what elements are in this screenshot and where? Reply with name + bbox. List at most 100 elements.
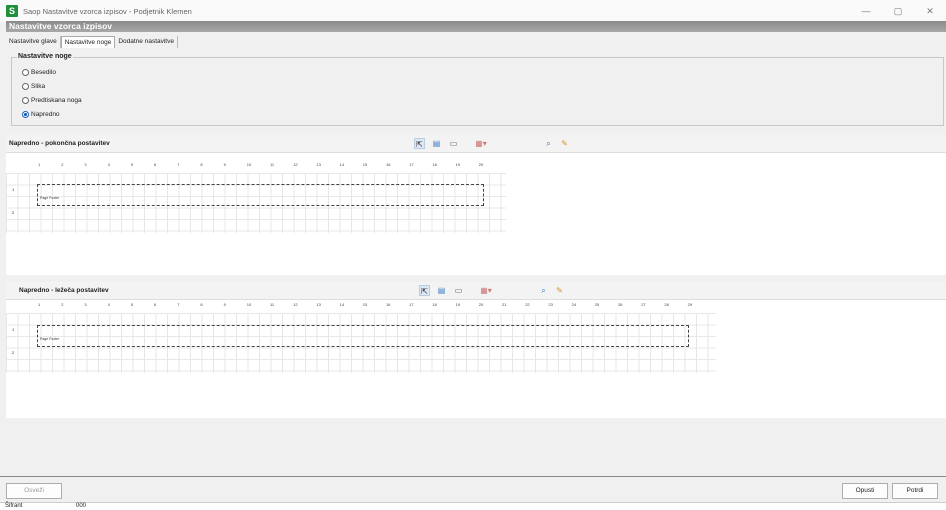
landscape-header: Napredno - ležeča postavitev ⇱ ▤ ▭ ▦▾ ⌕ … [6,282,946,300]
insert-field-dropdown-icon[interactable]: ▦▾ [472,138,490,149]
ruler-tick-label: 2 [61,302,64,307]
close-button[interactable]: ✕ [914,0,946,22]
preview-icon[interactable]: ⌕ [543,138,554,149]
ruler-tick-label: 13 [316,162,321,167]
radio-selected-icon [22,111,29,118]
ruler-tick-label: 1 [38,302,41,307]
insert-field-dropdown-icon[interactable]: ▦▾ [477,285,495,296]
ruler-tick-label: 12 [293,302,298,307]
format-tool-icon[interactable]: ✎ [554,285,565,296]
ruler-tick-label: 7 [177,302,180,307]
portrait-header: Napredno - pokončna postavitev ⇱ ▤ ▭ ▦▾ … [6,135,946,153]
ruler-tick-label: 14 [339,162,345,167]
ruler-tick-label: 21 [502,302,507,307]
ruler-tick-label: 16 [386,162,391,167]
ruler-tick-label: 10 [246,162,252,167]
radio-label: Besedilo [31,69,56,76]
radio-advanced[interactable]: Napredno [22,111,60,118]
status-bar: Šifrant 000 [0,502,946,510]
ruler-tick-label: 15 [362,162,368,167]
ruler-tick-label: 5 [130,162,134,167]
ruler-tick-label: 2 [61,162,64,167]
tab-footer-settings[interactable]: Nastavitve noge [60,36,116,48]
status-label: Šifrant [5,503,23,509]
ruler-tick-label: 28 [664,302,669,307]
ruler-tick-label: 6 [154,162,157,167]
ruler-tick-label: 14 [339,302,345,307]
ruler-tick-label: 4 [107,302,110,307]
tab-bar: Nastavitve glave Nastavitve noge Dodatne… [6,36,178,48]
radio-circle-icon [22,69,29,76]
row-number: 1 [12,327,15,332]
radio-image[interactable]: Slika [22,83,45,90]
ruler-tick-label: 5 [130,302,134,307]
minimize-button[interactable]: — [850,0,882,22]
ruler-tick-label: 24 [571,302,577,307]
radio-text[interactable]: Besedilo [22,69,56,76]
window-title: Saop Nastavitve vzorca izpisov - Podjetn… [23,6,192,16]
page-footer-band[interactable]: Page Footer [37,184,484,206]
ruler-tick-label: 12 [293,162,298,167]
refresh-button[interactable]: Osveži [6,483,62,499]
ruler-tick-label: 18 [432,162,437,167]
ruler-tick-label: 3 [84,162,87,167]
ruler-tick-label: 29 [687,302,693,307]
ruler-tick-label: 15 [362,302,368,307]
pointer-tool-icon[interactable]: ⇱ [419,285,430,296]
ruler-tick-label: 23 [548,302,553,307]
band-label: Page Footer [40,196,60,200]
ruler-tick-label: 27 [641,302,646,307]
button-bar: Osveži Opusti Potrdi [0,476,946,500]
ruler-tick-label: 3 [84,302,87,307]
row-number: 1 [12,187,15,192]
title-bar: S Saop Nastavitve vzorca izpisov - Podje… [0,0,946,22]
cancel-button[interactable]: Opusti [842,483,888,499]
footer-settings-group: Nastavitve noge Besedilo Slika Predtiska… [11,53,944,126]
ruler-tick-label: 25 [594,302,600,307]
confirm-button[interactable]: Potrdi [892,483,938,499]
ruler-tick-label: 9 [223,162,226,167]
page-title: Nastavitve vzorca izpisov [6,21,946,32]
landscape-ruler: 1 2 3 4 5 6 7 8 9 10 11 12 13 14 15 16 17 18 19 20 21 22 23 24 2… [6,302,716,312]
ruler-tick-label: 8 [200,302,203,307]
ruler-tick-label: 8 [200,162,203,167]
format-tool-icon[interactable]: ✎ [559,138,570,149]
portrait-title: Napredno - pokončna postavitev [9,140,110,147]
band-label: Page Footer [40,337,60,341]
radio-circle-icon [22,83,29,90]
image-tool-icon[interactable]: ▭ [448,138,459,149]
text-tool-icon[interactable]: ▤ [431,138,442,149]
portrait-ruler: 1 2 3 4 5 6 7 8 9 10 11 12 13 14 15 16 17 18 19 20 [6,162,506,172]
ruler-tick-label: 19 [455,302,461,307]
tab-additional-settings[interactable]: Dodatne nastavitve [115,36,178,48]
ruler-tick-label: 17 [409,162,414,167]
app-icon: S [6,5,18,17]
tab-header-settings[interactable]: Nastavitve glave [6,36,61,48]
ruler-tick-label: 13 [316,302,321,307]
pointer-tool-icon[interactable]: ⇱ [414,138,425,149]
ruler-tick-label: 11 [270,162,275,167]
row-number: 2 [12,350,15,355]
ruler-tick-label: 4 [107,162,110,167]
radio-preprinted[interactable]: Predtiskana noga [22,97,82,104]
portrait-panel: Napredno - pokončna postavitev ⇱ ▤ ▭ ▦▾ … [6,135,946,275]
preview-icon[interactable]: ⌕ [538,285,549,296]
row-number: 2 [12,210,15,215]
page-footer-band[interactable]: Page Footer [37,325,689,347]
text-tool-icon[interactable]: ▤ [436,285,447,296]
ruler-tick-label: 20 [478,162,484,167]
ruler-tick-label: 6 [154,302,157,307]
radio-label: Slika [31,83,46,90]
radio-circle-icon [22,97,29,104]
ruler-tick-label: 18 [432,302,437,307]
maximize-button[interactable]: ▢ [882,0,914,22]
ruler-tick-label: 17 [409,302,414,307]
ruler-tick-label: 10 [246,302,252,307]
ruler-tick-label: 9 [223,302,226,307]
image-tool-icon[interactable]: ▭ [453,285,464,296]
ruler-tick-label: 19 [455,162,461,167]
ruler-tick-label: 11 [270,302,275,307]
landscape-title: Napredno - ležeča postavitev [19,287,109,294]
ruler-tick-label: 16 [386,302,391,307]
ruler-tick-label: 22 [525,302,530,307]
